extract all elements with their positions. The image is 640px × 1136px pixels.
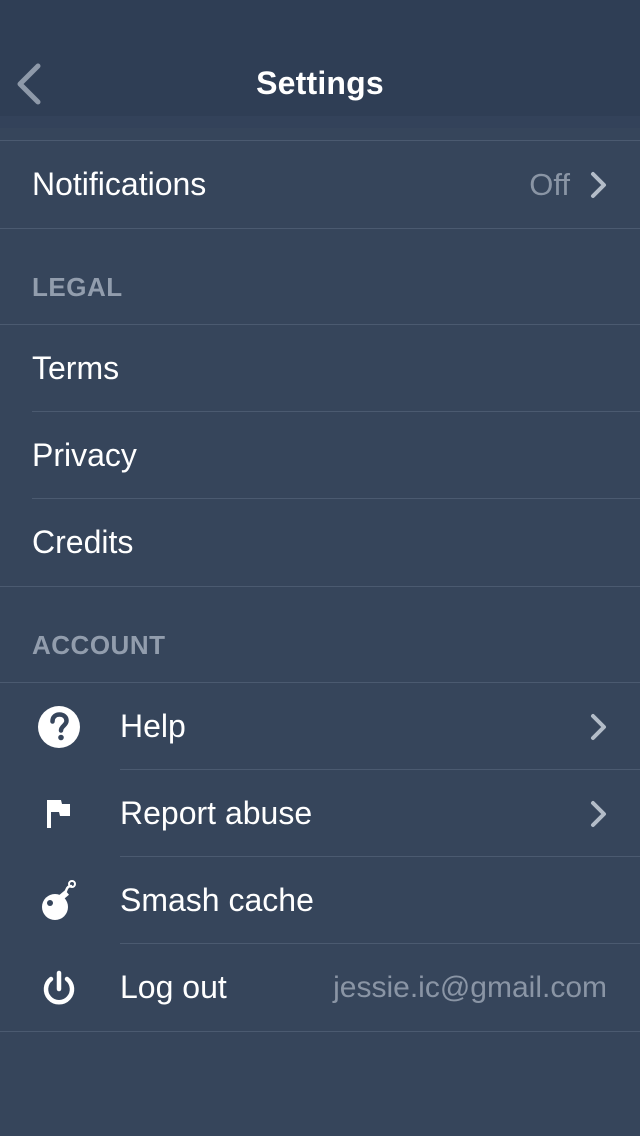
notifications-value: Off (529, 167, 570, 202)
smash-cache-label: Smash cache (120, 882, 314, 918)
account-section-header: ACCOUNT (0, 587, 640, 682)
navigation-bar: Settings (0, 0, 640, 128)
terms-label: Terms (32, 350, 120, 386)
flag-icon (47, 800, 70, 828)
account-email: jessie.ic@gmail.com (333, 971, 607, 1004)
page-title: Settings (256, 65, 384, 101)
chevron-right-icon (591, 714, 606, 740)
report-abuse-row[interactable]: Report abuse (0, 770, 640, 857)
chevron-right-icon (591, 172, 606, 198)
credits-row[interactable]: Credits (0, 499, 640, 586)
bomb-icon (42, 880, 76, 920)
settings-list: Notifications Off LEGAL Terms Privacy Cr… (0, 140, 640, 1032)
help-label: Help (120, 708, 186, 744)
help-icon (38, 706, 80, 748)
log-out-row[interactable]: Log out jessie.ic@gmail.com (0, 944, 640, 1031)
report-abuse-label: Report abuse (120, 795, 313, 831)
divider (0, 1031, 640, 1032)
notifications-label: Notifications (32, 166, 207, 202)
chevron-right-icon (591, 801, 606, 827)
power-icon (43, 970, 75, 1005)
legal-header-label: LEGAL (32, 272, 123, 302)
log-out-label: Log out (120, 969, 227, 1005)
privacy-row[interactable]: Privacy (0, 412, 640, 499)
account-header-label: ACCOUNT (32, 630, 166, 660)
notifications-row[interactable]: Notifications Off (0, 141, 640, 228)
credits-label: Credits (32, 524, 134, 560)
smash-cache-row[interactable]: Smash cache (0, 857, 640, 944)
legal-section-header: LEGAL (0, 229, 640, 324)
help-row[interactable]: Help (0, 683, 640, 770)
terms-row[interactable]: Terms (0, 325, 640, 412)
privacy-label: Privacy (32, 437, 137, 473)
